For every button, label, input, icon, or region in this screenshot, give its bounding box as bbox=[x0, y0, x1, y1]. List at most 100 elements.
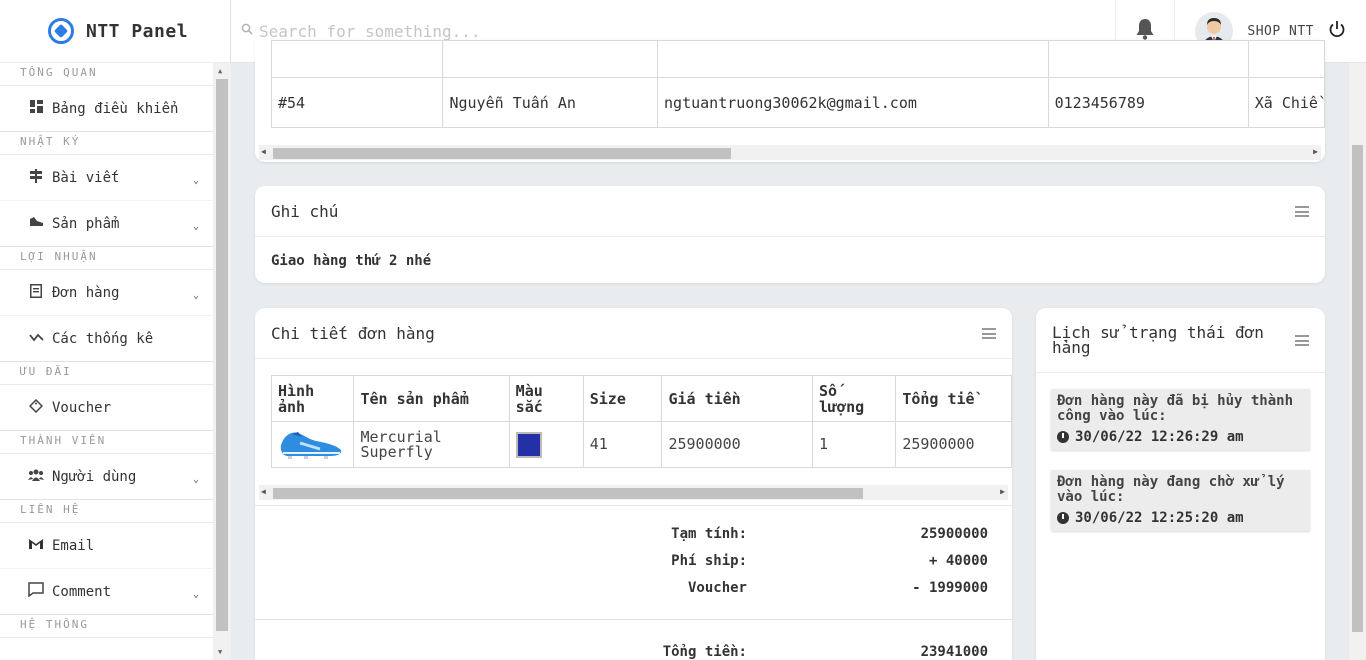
sidebar-item-dashboard[interactable]: Bảng điều khiển bbox=[0, 86, 213, 132]
power-icon[interactable] bbox=[1328, 20, 1346, 42]
subtotal-value: 25900000 bbox=[920, 526, 988, 542]
voucher-label: Voucher bbox=[687, 580, 747, 596]
sidebar-item-label: Bảng điều khiển bbox=[52, 100, 179, 117]
page-scrollbar[interactable] bbox=[1349, 63, 1366, 660]
brand[interactable]: NTT Panel bbox=[0, 0, 230, 63]
customer-name-cell: Nguyễn Tuấn An bbox=[442, 77, 659, 128]
menu-icon[interactable] bbox=[982, 328, 996, 339]
user-name: SHOP NTT bbox=[1247, 23, 1314, 39]
menu-icon[interactable] bbox=[1295, 206, 1309, 217]
scroll-left-arrow-icon[interactable]: ◀ bbox=[261, 147, 266, 156]
scroll-thumb[interactable] bbox=[273, 488, 863, 499]
customer-phone-cell: 0123456789 bbox=[1047, 77, 1249, 128]
football-boot-image bbox=[280, 432, 342, 459]
table-cell bbox=[657, 40, 1049, 78]
customer-address-cell: Xã Chiề bbox=[1247, 77, 1325, 128]
order-id-cell: #54 bbox=[270, 77, 444, 128]
section-title-profit: LỢI NHUẬN bbox=[0, 247, 213, 270]
page-scroll-thumb[interactable] bbox=[1352, 145, 1363, 632]
customer-table: #54 Nguyễn Tuấn An ngtuantruong30062k@gm… bbox=[270, 40, 1325, 128]
shoe-icon bbox=[28, 216, 44, 231]
chevron-down-icon: ⌄ bbox=[192, 474, 199, 485]
sidebar-item-posts[interactable]: Bài viết ⌄ bbox=[0, 155, 213, 201]
history-entry-time: 30/06/22 12:25:20 am bbox=[1057, 510, 1304, 526]
search-input[interactable] bbox=[259, 21, 659, 41]
scroll-thumb[interactable] bbox=[273, 148, 731, 159]
product-quantity-cell: 1 bbox=[811, 421, 897, 468]
search-icon bbox=[241, 23, 253, 39]
product-size-cell: 41 bbox=[582, 421, 663, 468]
product-total-cell: 25900000 bbox=[895, 421, 1012, 468]
receipt-icon bbox=[28, 283, 44, 302]
sidebar-item-orders[interactable]: Đơn hàng ⌄ bbox=[0, 270, 213, 316]
customer-table-hscrollbar[interactable]: ◀ ▶ bbox=[259, 145, 1321, 160]
product-table-hscrollbar[interactable]: ◀ ▶ bbox=[259, 485, 1008, 500]
product-image-cell bbox=[271, 421, 355, 468]
sidebar-item-products[interactable]: Sản phẩm ⌄ bbox=[0, 201, 213, 247]
history-entry: Đơn hàng này đã bị hủy thành công vào lú… bbox=[1051, 389, 1310, 450]
comment-icon bbox=[28, 582, 44, 601]
gmail-icon bbox=[28, 538, 44, 554]
col-header-size: Size bbox=[582, 375, 663, 422]
chevron-down-icon: ⌄ bbox=[192, 221, 199, 232]
section-title-contact: LIÊN HỆ bbox=[0, 500, 213, 523]
product-name-cell: Mercurial Superfly bbox=[353, 421, 510, 468]
card-title: Ghi chú bbox=[271, 201, 339, 221]
section-title-log: NHẬT KÝ bbox=[0, 132, 213, 155]
history-entry-timestamp: 30/06/22 12:25:20 am bbox=[1075, 510, 1244, 526]
order-detail-card: Chi tiết đơn hàng Hình ảnh Tên sản phẩm … bbox=[255, 308, 1012, 660]
sidebar-item-comment[interactable]: Comment ⌄ bbox=[0, 569, 213, 615]
scroll-left-arrow-icon[interactable]: ◀ bbox=[261, 487, 266, 496]
card-header: Lịch sử trạng thái đơn hàng bbox=[1036, 308, 1325, 373]
history-entry-time: 30/06/22 12:26:29 am bbox=[1057, 429, 1304, 445]
table-row: #54 Nguyễn Tuấn An ngtuantruong30062k@gm… bbox=[270, 77, 1325, 128]
card-title: Chi tiết đơn hàng bbox=[271, 323, 435, 343]
section-title-overview: TỔNG QUAN bbox=[0, 63, 213, 86]
col-header-quantity: Số lượng bbox=[811, 375, 897, 422]
chevron-down-icon: ⌄ bbox=[192, 589, 199, 600]
sidebar-scroll-thumb[interactable] bbox=[216, 79, 228, 631]
product-table-viewport: Hình ảnh Tên sản phẩm Màu sắc Size Giá t… bbox=[271, 375, 1012, 485]
sidebar-scrollbar[interactable]: ▲ ▼ bbox=[213, 63, 231, 660]
product-color-cell bbox=[508, 421, 584, 468]
sidebar-item-email[interactable]: Email bbox=[0, 523, 213, 569]
sidebar-item-label: Sản phẩm bbox=[52, 215, 120, 232]
signpost-icon bbox=[28, 168, 44, 187]
table-cell bbox=[270, 40, 444, 78]
dashboard-icon bbox=[28, 100, 44, 117]
sidebar-item-label: Comment bbox=[52, 583, 112, 600]
scroll-right-arrow-icon[interactable]: ▶ bbox=[1000, 487, 1005, 496]
table-row-partial bbox=[270, 40, 1325, 78]
sidebar-item-label: Người dùng bbox=[52, 468, 137, 485]
table-cell bbox=[1047, 40, 1249, 78]
voucher-value: - 1999000 bbox=[912, 580, 988, 596]
divider bbox=[255, 619, 1012, 620]
history-entry-timestamp: 30/06/22 12:26:29 am bbox=[1075, 429, 1244, 445]
history-entry-text: Đơn hàng này đang chờ xử lý vào lúc: bbox=[1057, 474, 1285, 505]
clock-icon bbox=[1057, 512, 1069, 524]
section-title-offers: ƯU ĐÃI bbox=[0, 362, 213, 385]
customer-email-cell: ngtuantruong30062k@gmail.com bbox=[657, 77, 1049, 128]
customer-info-card: #54 Nguyễn Tuấn An ngtuantruong30062k@gm… bbox=[255, 40, 1325, 162]
card-header: Ghi chú bbox=[255, 186, 1325, 237]
product-price-cell: 25900000 bbox=[661, 421, 813, 468]
sidebar-item-users[interactable]: Người dùng ⌄ bbox=[0, 454, 213, 500]
scroll-down-arrow-icon[interactable]: ▼ bbox=[218, 648, 222, 656]
history-entry: Đơn hàng này đang chờ xử lý vào lúc: 30/… bbox=[1051, 470, 1310, 531]
sidebar-item-voucher[interactable]: Voucher bbox=[0, 385, 213, 431]
shipping-label: Phí ship: bbox=[671, 553, 747, 569]
sidebar-item-label: Các thống kê bbox=[52, 330, 154, 347]
sidebar: NTT Panel TỔNG QUAN Bảng điều khiển NHẬT… bbox=[0, 0, 231, 660]
search-bar bbox=[231, 21, 1115, 41]
sidebar-item-label: Email bbox=[52, 537, 95, 554]
section-title-members: THÀNH VIÊN bbox=[0, 431, 213, 454]
stats-icon bbox=[28, 331, 44, 346]
scroll-up-arrow-icon[interactable]: ▲ bbox=[218, 67, 222, 75]
sidebar-item-statistics[interactable]: Các thống kê bbox=[0, 316, 213, 362]
col-header-price: Giá tiền bbox=[661, 375, 813, 422]
scroll-right-arrow-icon[interactable]: ▶ bbox=[1313, 147, 1318, 156]
menu-icon[interactable] bbox=[1295, 335, 1309, 346]
history-entry-text: Đơn hàng này đã bị hủy thành công vào lú… bbox=[1057, 393, 1294, 424]
order-status-history-card: Lịch sử trạng thái đơn hàng Đơn hàng này… bbox=[1036, 308, 1325, 660]
product-table: Hình ảnh Tên sản phẩm Màu sắc Size Giá t… bbox=[271, 375, 1012, 468]
